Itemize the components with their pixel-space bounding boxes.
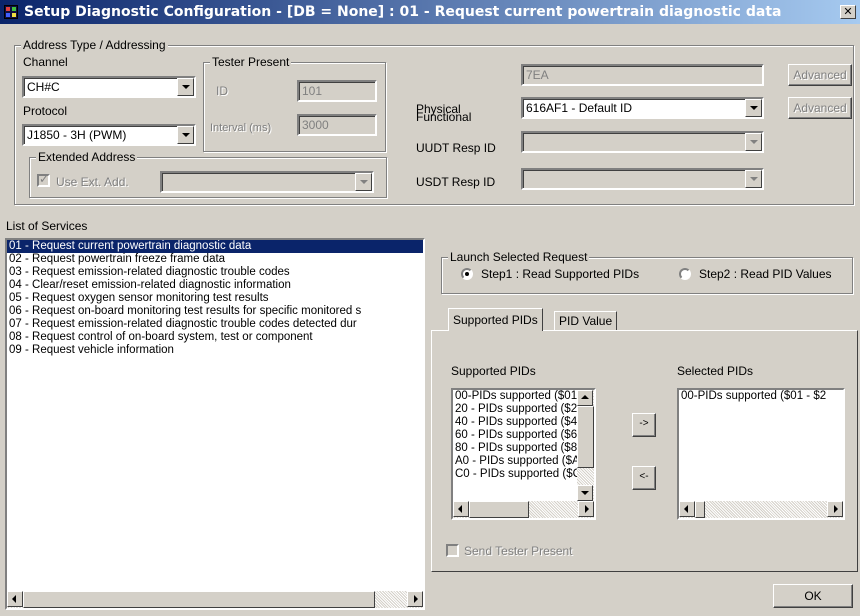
launch-group-label: Launch Selected Request [448,250,590,264]
supported-pid-item[interactable]: C0 - PIDs supported ($C [453,468,581,481]
supported-pid-item[interactable]: 60 - PIDs supported ($6 [453,429,577,442]
supported-pid-item[interactable]: 40 - PIDs supported ($4 [453,416,577,429]
protocol-dropdown[interactable]: J1850 - 3H (PWM) [22,124,196,146]
scroll-up-icon[interactable] [577,390,593,406]
close-icon[interactable]: ✕ [840,5,856,19]
physical-value: 7EA [526,68,549,82]
services-hscrollbar[interactable] [7,591,423,608]
scroll-right-icon[interactable] [827,501,843,517]
chevron-down-icon[interactable] [177,78,194,96]
chevron-down-icon[interactable] [745,99,762,117]
supported-pid-item[interactable]: 80 - PIDs supported ($8 [453,442,577,455]
channel-label: Channel [23,55,68,69]
functional-dropdown[interactable]: 616AF1 - Default ID [521,97,764,119]
physical-field[interactable]: 7EA [521,64,764,86]
protocol-label: Protocol [23,104,68,118]
tester-present-group: Tester Present [203,55,386,152]
scroll-left-icon[interactable] [679,501,695,517]
selected-pids-label: Selected PIDs [677,364,754,378]
selected-pid-item[interactable]: 00-PIDs supported ($01 - $2 [679,390,843,403]
supported-pids-label: Supported PIDs [451,364,536,378]
service-list-item[interactable]: 06 - Request on-board monitoring test re… [7,305,423,318]
scroll-left-icon[interactable] [453,501,469,517]
service-list-item[interactable]: 09 - Request vehicle information [7,344,423,357]
uudt-resp-dropdown[interactable] [521,131,764,153]
tab-supported-pids[interactable]: Supported PIDs [448,308,543,331]
tester-interval-label: Interval (ms) [210,122,272,134]
advanced-physical-button[interactable]: Advanced [788,64,852,86]
tester-id-field[interactable]: 101 [297,80,377,102]
service-list-item[interactable]: 02 - Request powertrain freeze frame dat… [7,253,423,266]
selected-hscrollbar[interactable] [679,501,843,518]
chevron-down-icon[interactable] [745,133,762,151]
chevron-down-icon[interactable] [745,170,762,188]
chevron-down-icon[interactable] [355,173,372,191]
channel-dropdown[interactable]: CH#C [22,76,196,98]
ok-button[interactable]: OK [773,584,853,608]
window-title: Setup Diagnostic Configuration - [DB = N… [24,4,782,20]
scroll-thumb[interactable] [577,406,594,468]
uudt-resp-label: UUDT Resp ID [416,141,496,155]
channel-value: CH#C [27,80,60,94]
tester-interval-field[interactable]: 3000 [297,114,377,136]
tester-id-value: 101 [302,84,323,98]
scroll-right-icon[interactable] [407,591,423,607]
step1-label: Step1 : Read Supported PIDs [481,267,640,281]
usdt-resp-label: USDT Resp ID [416,175,496,189]
app-icon [4,5,18,19]
scroll-thumb[interactable] [23,591,375,608]
services-label: List of Services [6,219,88,233]
step2-label: Step2 : Read PID Values [699,267,832,281]
chevron-down-icon[interactable] [177,126,194,144]
supported-pid-item[interactable]: A0 - PIDs supported ($A [453,455,580,468]
step2-radio[interactable] [679,268,691,280]
functional-label: Functional [416,110,472,124]
supported-vscrollbar[interactable] [577,390,594,501]
send-tester-present-checkbox[interactable] [446,544,459,557]
supported-pids-list[interactable]: 00-PIDs supported ($01 20 - PIDs supporte… [451,388,596,520]
use-ext-add-checkbox[interactable] [37,172,50,187]
advanced-functional-button[interactable]: Advanced [788,97,852,119]
services-list[interactable]: 01 - Request current powertrain diagnost… [5,238,425,610]
tester-interval-value: 3000 [302,118,329,132]
service-list-item[interactable]: 05 - Request oxygen sensor monitoring te… [7,292,423,305]
supported-pid-item[interactable]: 00-PIDs supported ($01 [453,390,577,403]
extended-address-label: Extended Address [36,150,138,164]
supported-pid-item[interactable]: 20 - PIDs supported ($2 [453,403,577,416]
title-bar: Setup Diagnostic Configuration - [DB = N… [0,0,860,24]
tester-present-label: Tester Present [210,55,292,69]
ext-address-dropdown[interactable] [160,171,374,193]
service-list-item[interactable]: 03 - Request emission-related diagnostic… [7,266,423,279]
use-ext-add-label: Use Ext. Add. [56,175,129,189]
scroll-thumb[interactable] [695,501,705,518]
selected-pids-list[interactable]: 00-PIDs supported ($01 - $2 [677,388,845,520]
scroll-right-icon[interactable] [578,501,594,517]
step1-radio[interactable] [461,268,473,280]
scroll-thumb[interactable] [469,501,529,518]
service-list-item[interactable]: 07 - Request emission-related diagnostic… [7,318,423,331]
functional-value: 616AF1 - Default ID [526,101,633,115]
remove-pid-button[interactable]: <- [632,466,656,490]
service-list-item[interactable]: 01 - Request current powertrain diagnost… [7,240,423,253]
add-pid-button[interactable]: -> [632,413,656,437]
scroll-left-icon[interactable] [7,591,23,607]
addressing-group-label: Address Type / Addressing [21,38,168,52]
usdt-resp-dropdown[interactable] [521,168,764,190]
protocol-value: J1850 - 3H (PWM) [27,128,127,142]
service-list-item[interactable]: 08 - Request control of on-board system,… [7,331,423,344]
send-tester-present-label: Send Tester Present [464,544,573,558]
service-list-item[interactable]: 04 - Clear/reset emission-related diagno… [7,279,423,292]
scroll-down-icon[interactable] [577,485,593,501]
supported-hscrollbar[interactable] [453,501,594,518]
tab-pid-value[interactable]: PID Value [554,311,618,330]
tester-id-label: ID [216,84,228,98]
